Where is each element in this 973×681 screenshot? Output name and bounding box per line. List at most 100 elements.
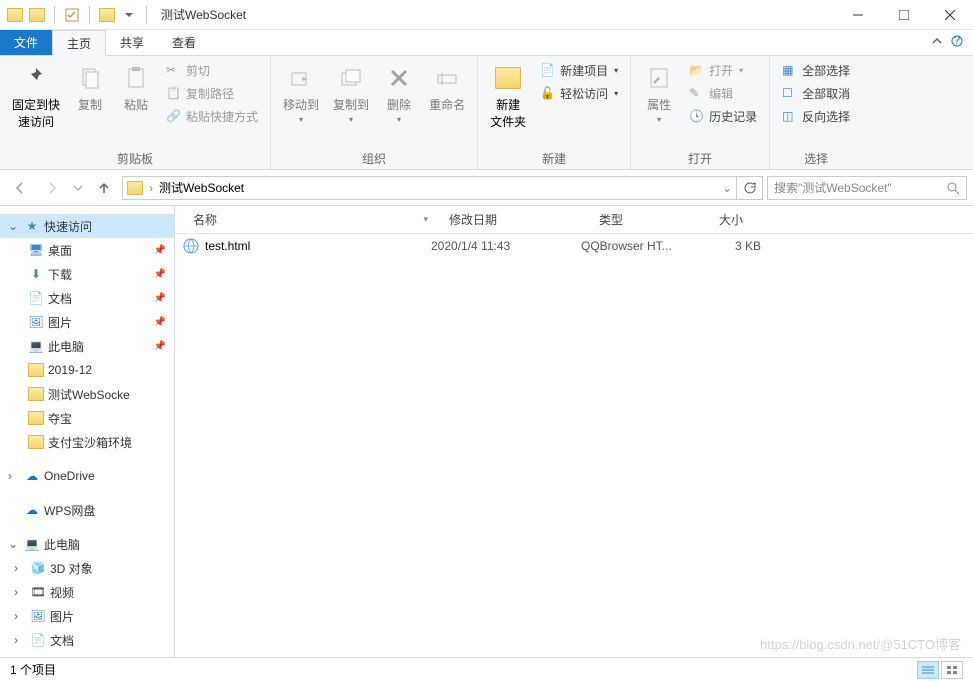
copy-button[interactable]: 复制 [70, 60, 110, 115]
file-type: QQBrowser HT... [581, 239, 701, 253]
ribbon-group-new: 新建 文件夹 📄新建项目▾ 🔓轻松访问▾ 新建 [478, 56, 631, 169]
invert-button[interactable]: ◫反向选择 [778, 106, 854, 127]
tab-share[interactable]: 共享 [106, 30, 158, 55]
pin-icon: 📌 [154, 245, 166, 256]
ribbon-group-select: ▦全部选择 ☐全部取消 ◫反向选择 选择 [770, 56, 862, 169]
file-list-area: 名称▾ 修改日期 类型 大小 test.html 2020/1/4 11:43 … [175, 206, 973, 657]
tab-home[interactable]: 主页 [52, 30, 106, 56]
access-icon: 🔓 [540, 86, 556, 102]
ribbon-group-open: 属性▾ 📂打开▾ ✎编辑 🕓历史记录 打开 [631, 56, 770, 169]
search-input[interactable]: 搜索"测试WebSocket" [767, 176, 967, 200]
sidebar-3d[interactable]: ›🧊3D 对象 [0, 556, 174, 580]
cube-icon: 🧊 [30, 560, 46, 576]
close-button[interactable] [927, 0, 973, 30]
minimize-button[interactable] [835, 0, 881, 30]
sidebar-folder[interactable]: 支付宝沙箱环境 [0, 430, 174, 454]
star-icon: ★ [24, 218, 40, 234]
sidebar-documents2[interactable]: ›📄文档 [0, 628, 174, 652]
sidebar-pictures[interactable]: 🖼图片📌 [0, 310, 174, 334]
move-to-button[interactable]: 移动到▾ [279, 60, 323, 126]
picture-icon: 🖼 [28, 314, 44, 330]
copy-to-icon [335, 62, 367, 94]
rename-icon [431, 62, 463, 94]
up-button[interactable] [90, 176, 118, 200]
properties-icon [643, 62, 675, 94]
sidebar-quick-access[interactable]: ⌄★快速访问 [0, 214, 174, 238]
folder-icon [6, 6, 24, 24]
file-row[interactable]: test.html 2020/1/4 11:43 QQBrowser HT...… [175, 234, 973, 258]
forward-button[interactable] [38, 176, 66, 200]
delete-button[interactable]: 删除▾ [379, 60, 419, 126]
history-button[interactable]: 🕓历史记录 [685, 106, 761, 127]
details-view-button[interactable] [917, 661, 939, 679]
sidebar-this-pc-q[interactable]: 💻此电脑📌 [0, 334, 174, 358]
paste-button[interactable]: 粘贴 [116, 60, 156, 115]
pc-icon: 💻 [28, 338, 44, 354]
icons-view-button[interactable] [941, 661, 963, 679]
paste-shortcut-button[interactable]: 🔗粘贴快捷方式 [162, 106, 262, 127]
rename-button[interactable]: 重命名 [425, 60, 469, 115]
refresh-button[interactable] [737, 176, 763, 200]
open-button[interactable]: 📂打开▾ [685, 60, 761, 81]
copy-path-button[interactable]: 📋复制路径 [162, 83, 262, 104]
desktop-icon: 🖥 [28, 242, 44, 258]
invert-icon: ◫ [782, 109, 798, 125]
sidebar-folder[interactable]: 2019-12 [0, 358, 174, 382]
cut-icon: ✂ [166, 63, 182, 79]
sidebar-wps[interactable]: ☁WPS网盘 [0, 498, 174, 522]
new-folder-button[interactable]: 新建 文件夹 [486, 60, 530, 132]
sidebar-downloads[interactable]: ⬇下载📌 [0, 262, 174, 286]
group-label: 打开 [639, 148, 761, 167]
easy-access-button[interactable]: 🔓轻松访问▾ [536, 83, 622, 104]
ribbon-collapse[interactable]: ? [931, 35, 963, 47]
file-date: 2020/1/4 11:43 [431, 239, 581, 253]
group-label: 组织 [279, 148, 469, 167]
tab-view[interactable]: 查看 [158, 30, 210, 55]
ribbon-group-organize: 移动到▾ 复制到▾ 删除▾ 重命名 组织 [271, 56, 478, 169]
group-label: 新建 [486, 148, 622, 167]
pin-button[interactable]: 固定到快 速访问 [8, 60, 64, 132]
column-name[interactable]: 名称▾ [183, 206, 439, 233]
edit-button[interactable]: ✎编辑 [685, 83, 761, 104]
chevron-down-icon[interactable]: ⌄ [722, 181, 732, 195]
document-icon: 📄 [28, 290, 44, 306]
folder-icon [28, 362, 44, 378]
column-date[interactable]: 修改日期 [439, 206, 589, 233]
sidebar-folder[interactable]: 测试WebSocke [0, 382, 174, 406]
help-icon[interactable]: ? [951, 35, 963, 47]
new-item-button[interactable]: 📄新建项目▾ [536, 60, 622, 81]
maximize-button[interactable] [881, 0, 927, 30]
quick-access-toolbar [0, 6, 151, 24]
sidebar-videos[interactable]: ›🎞视频 [0, 580, 174, 604]
document-icon: 📄 [30, 632, 46, 648]
select-all-icon: ▦ [782, 63, 798, 79]
sidebar-onedrive[interactable]: ›☁OneDrive [0, 464, 174, 488]
breadcrumb-item[interactable]: 测试WebSocket [159, 179, 244, 196]
cut-button[interactable]: ✂剪切 [162, 60, 262, 81]
sidebar-this-pc[interactable]: ⌄💻此电脑 [0, 532, 174, 556]
back-button[interactable] [6, 176, 34, 200]
dropdown-icon[interactable] [120, 6, 138, 24]
sidebar-folder[interactable]: 夺宝 [0, 406, 174, 430]
paste-icon [120, 62, 152, 94]
chevron-up-icon [931, 35, 943, 47]
checkbox-icon[interactable] [63, 6, 81, 24]
column-type[interactable]: 类型 [589, 206, 709, 233]
column-size[interactable]: 大小 [709, 206, 779, 233]
sidebar-pictures2[interactable]: ›🖼图片 [0, 604, 174, 628]
sidebar-documents[interactable]: 📄文档📌 [0, 286, 174, 310]
select-none-button[interactable]: ☐全部取消 [778, 83, 854, 104]
properties-button[interactable]: 属性▾ [639, 60, 679, 126]
tab-file[interactable]: 文件 [0, 30, 52, 55]
sidebar-desktop[interactable]: 🖥桌面📌 [0, 238, 174, 262]
statusbar: 1 个项目 [0, 657, 973, 681]
address-bar[interactable]: › 测试WebSocket ⌄ [122, 176, 737, 200]
recent-button[interactable] [70, 176, 86, 200]
select-all-button[interactable]: ▦全部选择 [778, 60, 854, 81]
watermark: https://blog.csdn.net/@51CTO博客 [760, 634, 961, 653]
ribbon-group-clipboard: 固定到快 速访问 复制 粘贴 ✂剪切 📋复制路径 🔗粘贴快捷方式 剪贴板 [0, 56, 271, 169]
copy-to-button[interactable]: 复制到▾ [329, 60, 373, 126]
edit-icon: ✎ [689, 86, 705, 102]
titlebar: 测试WebSocket [0, 0, 973, 30]
shortcut-icon: 🔗 [166, 109, 182, 125]
